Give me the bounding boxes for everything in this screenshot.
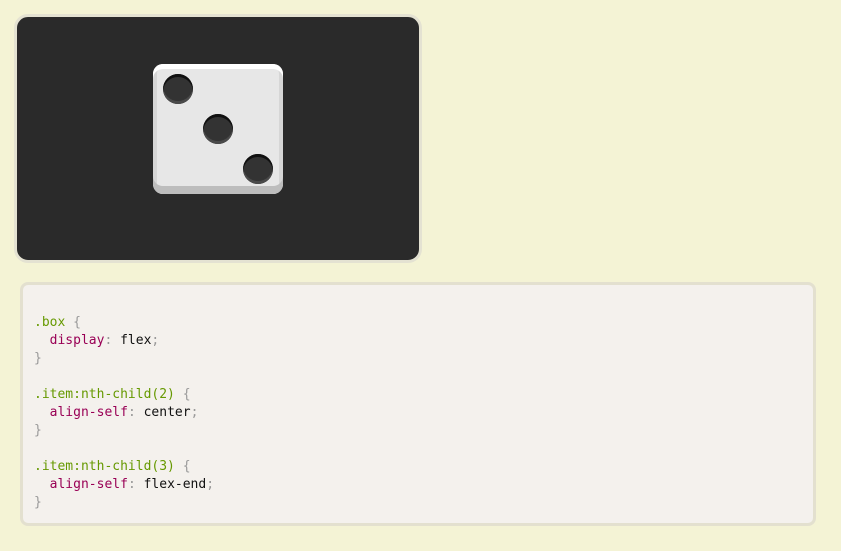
rule-1-colon: :	[104, 333, 113, 348]
rule-3-close-brace: }	[34, 495, 42, 510]
rule-1-semicolon: ;	[151, 333, 160, 348]
rule-3-property: align-self	[49, 477, 128, 492]
rule-3-selector: .item:nth-child(3)	[34, 459, 175, 474]
rule-2-open-brace: {	[182, 387, 191, 402]
rule-3-open-brace: {	[182, 459, 191, 474]
code-text: .box { display: flex; } .item:nth-child(…	[34, 314, 214, 512]
rule-2-selector: .item:nth-child(2)	[34, 387, 175, 402]
rule-1-close-brace: }	[34, 351, 42, 366]
rule-3-colon: :	[127, 477, 136, 492]
rule-2-close-brace: }	[34, 423, 42, 438]
pip-2	[203, 114, 233, 144]
rule-1-value: flex	[120, 333, 152, 348]
pip-3	[243, 154, 273, 184]
demo-panel	[14, 14, 422, 263]
code-block: .box { display: flex; } .item:nth-child(…	[20, 282, 816, 526]
rule-1-property: display	[49, 333, 105, 348]
rule-2-property: align-self	[49, 405, 128, 420]
rule-3-value: flex-end	[143, 477, 207, 492]
rule-1-open-brace: {	[73, 315, 81, 330]
rule-2-colon: :	[127, 405, 136, 420]
rule-2-semicolon: ;	[190, 405, 199, 420]
die-face	[153, 64, 283, 194]
rule-1-selector: .box	[34, 315, 66, 330]
rule-3-semicolon: ;	[206, 477, 215, 492]
pip-1	[163, 74, 193, 104]
rule-2-value: center	[143, 405, 191, 420]
